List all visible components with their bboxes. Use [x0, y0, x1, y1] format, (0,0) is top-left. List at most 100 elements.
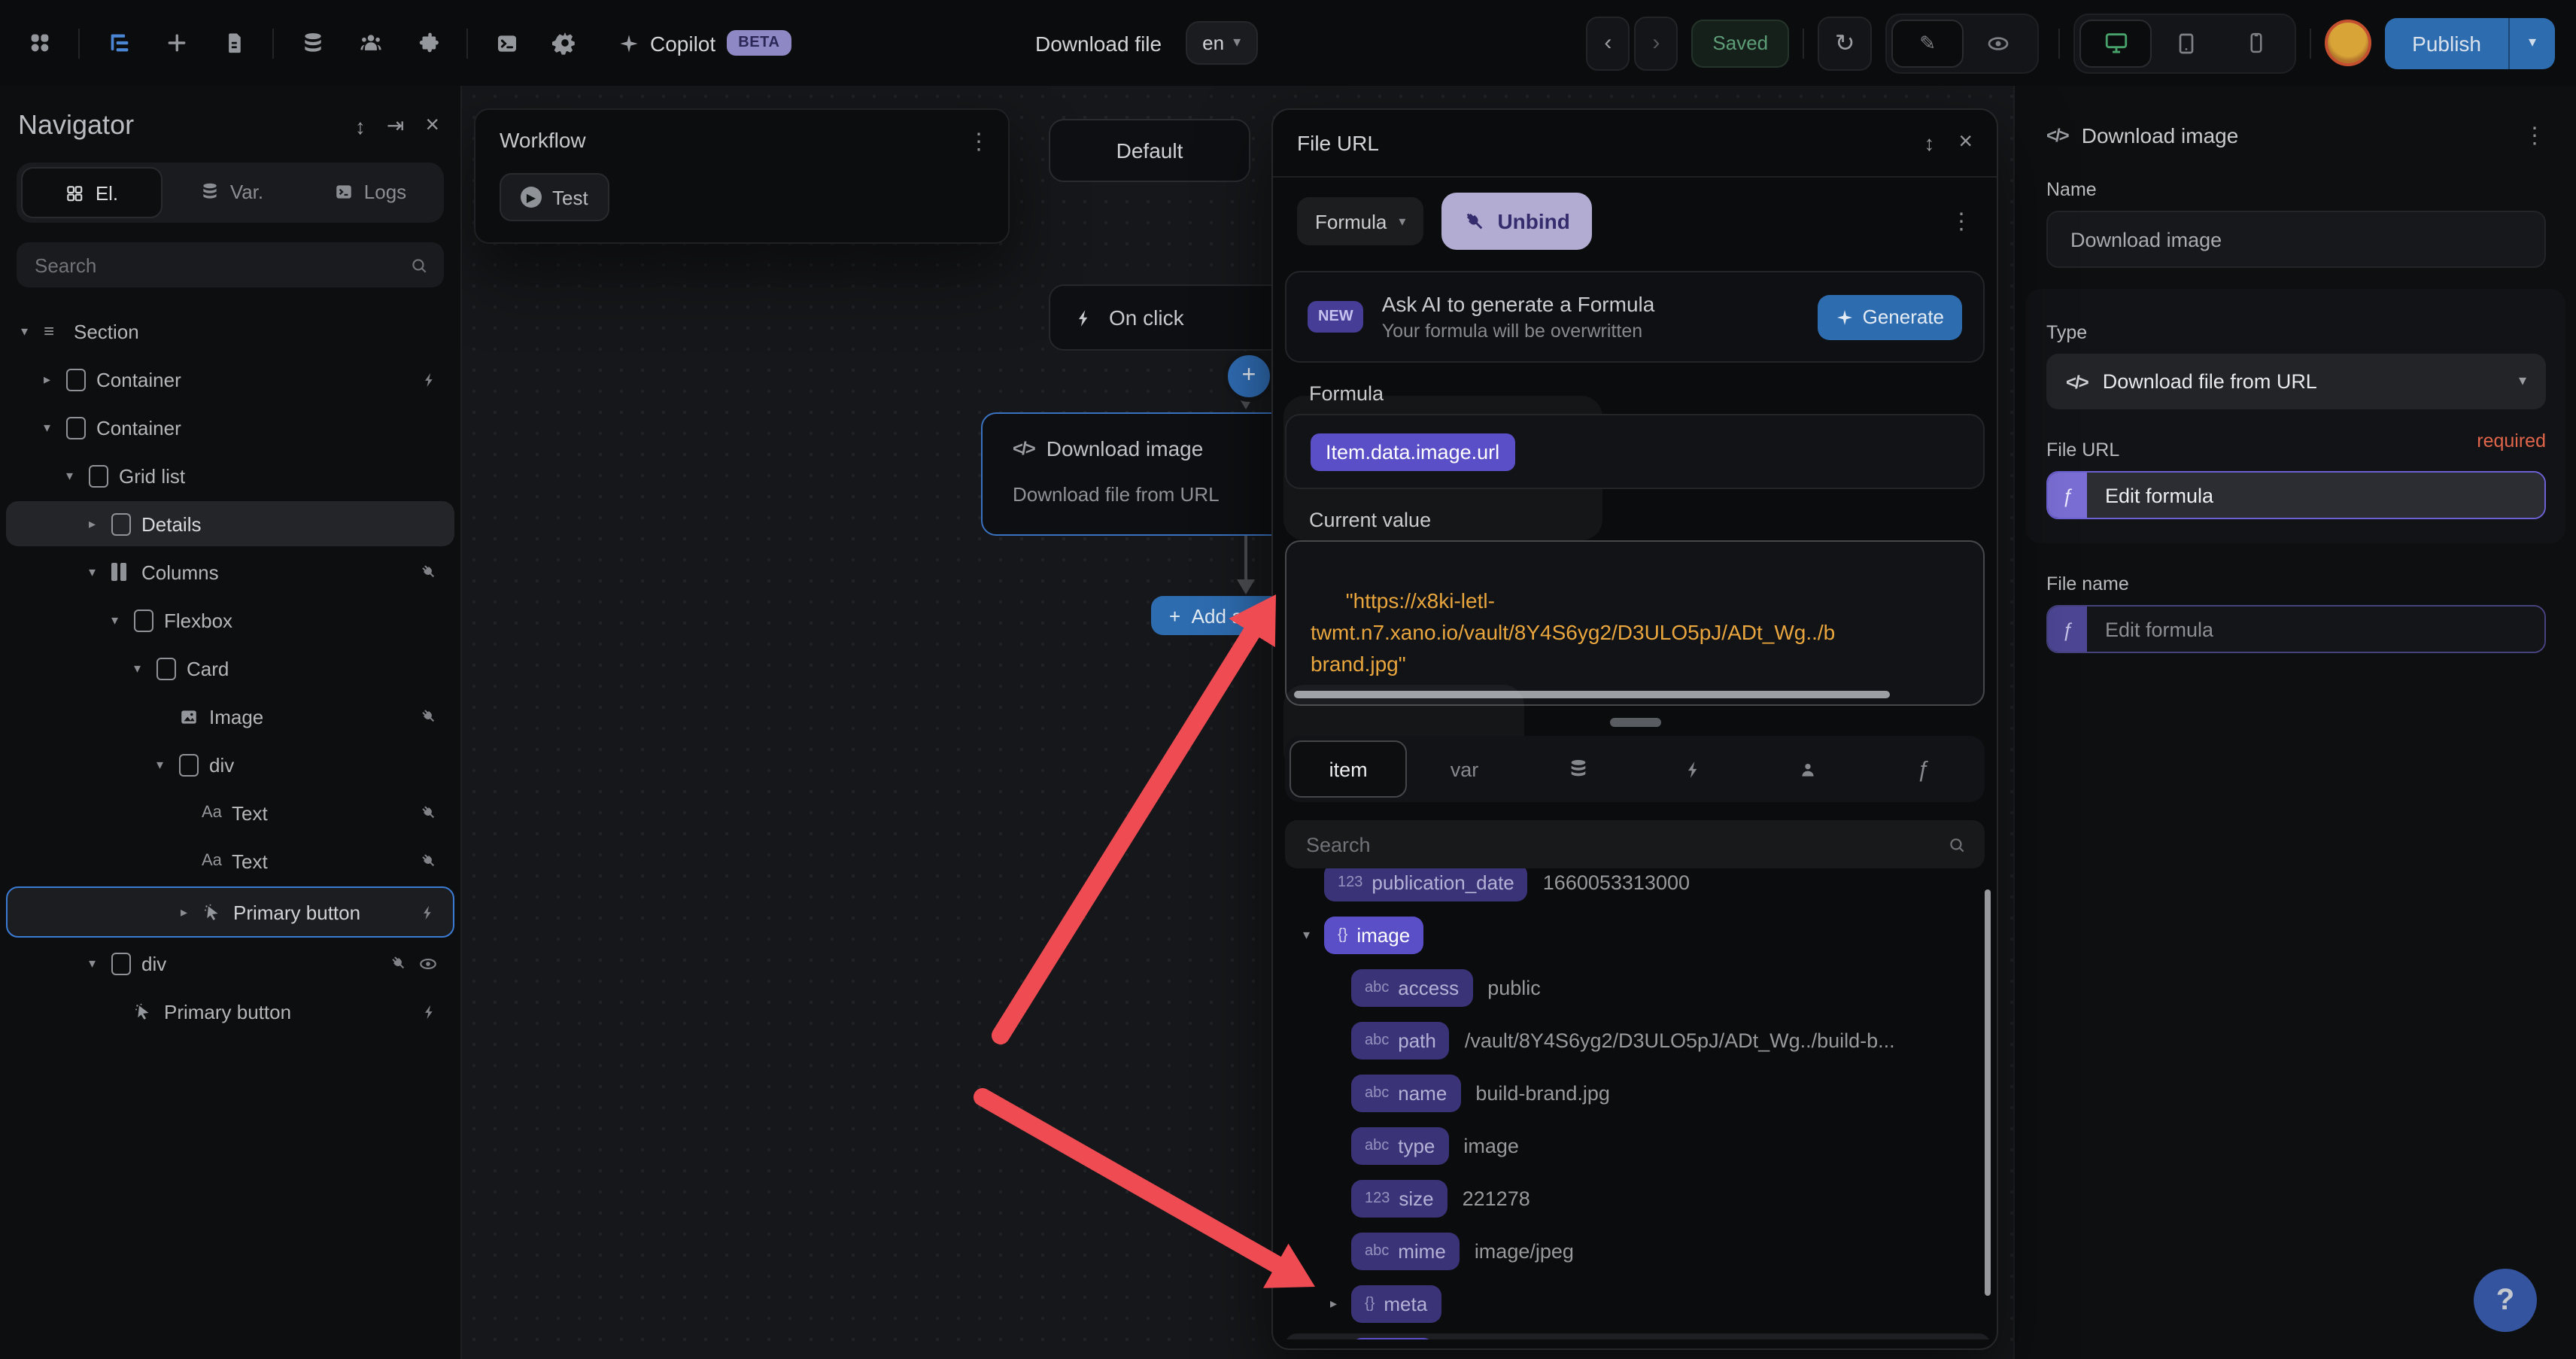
navigator-tree-icon[interactable] [101, 25, 137, 61]
tree-row-text[interactable]: Aa Text [6, 790, 454, 835]
tree-row-text[interactable]: Aa Text [6, 838, 454, 883]
canvas-tab-default[interactable]: Default [1049, 119, 1250, 182]
caret-down-icon[interactable]: ▾ [89, 955, 111, 971]
tab-functions[interactable]: ƒ [1866, 742, 1980, 796]
close-icon[interactable]: × [425, 112, 439, 139]
terminal-icon[interactable] [489, 25, 525, 61]
preview-mode-eye-button[interactable] [1964, 20, 2033, 65]
tree-row-container[interactable]: ▸ Container [6, 357, 454, 402]
tree-row-card[interactable]: ▾ Card [6, 646, 454, 691]
data-sources-icon[interactable] [295, 25, 331, 61]
caret-right-icon[interactable]: ▸ [1330, 1295, 1351, 1312]
unbind-button[interactable]: Unbind [1441, 193, 1592, 250]
caret-down-icon[interactable]: ▾ [134, 660, 156, 676]
data-row-mime[interactable]: abcmime image/jpeg [1285, 1228, 1991, 1273]
data-row-image[interactable]: ▾ {}image [1285, 912, 1991, 957]
collaborators-icon[interactable] [352, 25, 388, 61]
data-row-meta[interactable]: ▸ {}meta [1285, 1281, 1991, 1326]
data-row-url[interactable]: abcurl https://x8ki-letl-twmt.n7.xano.io… [1285, 1333, 1991, 1339]
tree-row-container[interactable]: ▾ Container [6, 405, 454, 450]
action-node-download-image[interactable]: </> Download image Download file from UR… [981, 412, 1293, 536]
caret-down-icon[interactable]: ▾ [1303, 926, 1324, 943]
tree-row-grid-list[interactable]: ▾ Grid list [6, 453, 454, 498]
tree-row-primary-button-selected[interactable]: ▸ Primary button [6, 886, 454, 938]
caret-down-icon[interactable]: ▾ [89, 564, 111, 580]
close-icon[interactable]: × [1958, 129, 1973, 157]
data-row-size[interactable]: 123size 221278 [1285, 1175, 1991, 1221]
binding-mode-dropdown[interactable]: Formula ▾ [1297, 197, 1423, 245]
action-type-select[interactable]: </> Download file from URL ▾ [2046, 354, 2546, 409]
horizontal-scrollbar[interactable] [1294, 691, 1890, 698]
publish-button[interactable]: Publish [2385, 17, 2508, 68]
formula-editor[interactable]: Item.data.image.url [1285, 414, 1985, 489]
tab-workflows[interactable] [1636, 742, 1751, 796]
publish-dropdown-chevron[interactable]: ▾ [2508, 17, 2555, 68]
tree-row-flexbox[interactable]: ▾ Flexbox [6, 597, 454, 643]
mobile-breakpoint-button[interactable] [2221, 20, 2290, 65]
copilot-menu[interactable]: Copilot BETA [618, 30, 792, 56]
file-name-formula-field[interactable]: ƒ Edit formula [2046, 605, 2546, 653]
tab-data-sources[interactable] [1522, 742, 1636, 796]
data-search-input[interactable] [1303, 832, 1947, 857]
action-name-input[interactable] [2067, 226, 2525, 252]
navigator-search-input[interactable] [32, 252, 409, 278]
caret-down-icon[interactable]: ▾ [44, 419, 66, 436]
tree-row-div[interactable]: ▾ div [6, 941, 454, 986]
vertical-scrollbar[interactable] [1985, 889, 1991, 1296]
tab-logs[interactable]: Logs [301, 167, 439, 215]
tree-row-columns[interactable]: ▾ Columns [6, 549, 454, 594]
tree-row-image[interactable]: Image [6, 694, 454, 739]
panel-menu-kebab-icon[interactable]: ⋮ [1950, 208, 1973, 235]
data-row-publication-date[interactable]: 123publication_date 1660053313000 [1285, 868, 1991, 904]
user-avatar[interactable] [2325, 20, 2371, 66]
plugins-puzzle-icon[interactable] [409, 25, 445, 61]
dock-right-icon[interactable]: ⇥ [387, 113, 404, 138]
data-row-access[interactable]: abcaccess public [1285, 965, 1991, 1010]
database-icon [200, 181, 220, 201]
pages-icon[interactable] [215, 25, 251, 61]
caret-down-icon[interactable]: ▾ [66, 467, 89, 484]
caret-right-icon[interactable]: ▸ [44, 371, 66, 388]
add-element-plus-icon[interactable] [158, 25, 194, 61]
tablet-breakpoint-button[interactable] [2152, 20, 2221, 65]
tab-elements[interactable]: El. [21, 167, 163, 218]
tab-user[interactable] [1751, 742, 1865, 796]
apps-grid-icon[interactable] [21, 25, 57, 61]
tree-row-details[interactable]: ▸ Details [6, 501, 454, 546]
tab-var[interactable]: var [1407, 742, 1521, 796]
add-step-plus-button[interactable]: + [1223, 351, 1274, 402]
tree-row-div[interactable]: ▾ div [6, 742, 454, 787]
save-status-button[interactable]: Saved [1691, 19, 1789, 67]
sync-refresh-button[interactable]: ↻ [1818, 16, 1872, 70]
resize-drag-handle[interactable] [1609, 718, 1660, 727]
desktop-breakpoint-button[interactable] [2079, 19, 2152, 67]
tab-item[interactable]: item [1290, 740, 1407, 798]
caret-down-icon[interactable]: ▾ [111, 612, 134, 628]
element-tree: ▾ ≡ Section ▸ Container ▾ Container ▾ Gr… [0, 309, 460, 1034]
caret-down-icon[interactable]: ▾ [156, 756, 179, 773]
caret-down-icon[interactable]: ▾ [21, 323, 44, 339]
caret-right-icon[interactable]: ▸ [89, 515, 111, 532]
caret-right-icon[interactable]: ▸ [181, 904, 203, 920]
data-row-type[interactable]: abctype image [1285, 1123, 1991, 1168]
edit-mode-pencil-button[interactable]: ✎ [1891, 19, 1964, 67]
test-workflow-button[interactable]: ▶ Test [500, 173, 609, 221]
generate-button[interactable]: Generate [1818, 294, 1962, 339]
data-row-path[interactable]: abcpath /vault/8Y4S6yg2/D3ULO5pJ/ADt_Wg.… [1285, 1017, 1991, 1063]
tree-row-section[interactable]: ▾ ≡ Section [6, 309, 454, 354]
expand-collapse-icon[interactable]: ↕ [1924, 131, 1934, 155]
ask-ai-banner: NEW Ask AI to generate a Formula Your fo… [1285, 271, 1985, 363]
workflow-menu-kebab-icon[interactable]: ⋮ [968, 128, 990, 155]
data-row-name[interactable]: abcname build-brand.jpg [1285, 1070, 1991, 1115]
file-url-formula-field[interactable]: ƒ Edit formula [2046, 471, 2546, 519]
formula-token-chip[interactable]: Item.data.image.url [1311, 433, 1514, 470]
undo-button[interactable]: ‹ [1586, 16, 1630, 70]
settings-gear-icon[interactable] [546, 25, 582, 61]
locale-dropdown[interactable]: en ▾ [1186, 21, 1257, 65]
expand-collapse-icon[interactable]: ↕ [355, 114, 366, 138]
tab-variables[interactable]: Var. [163, 167, 301, 215]
inspector-menu-kebab-icon[interactable]: ⋮ [2523, 122, 2546, 149]
redo-button[interactable]: › [1634, 16, 1678, 70]
tree-row-primary-button[interactable]: Primary button [6, 989, 454, 1034]
help-button[interactable]: ? [2474, 1269, 2537, 1332]
